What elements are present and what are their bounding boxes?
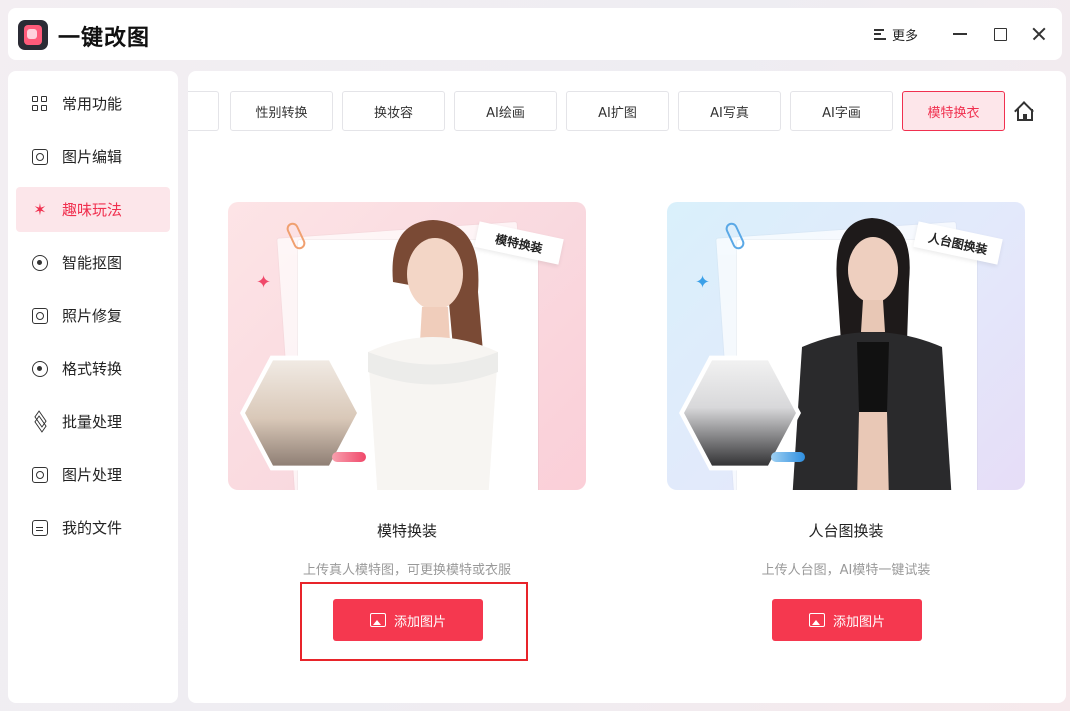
model-woman-illustration [792,218,952,490]
sidebar-item-label: 图片编辑 [62,148,123,166]
card-mannequin-outfit: ✦ 人台图换装 人台图换装 上传人台图，AI模特一键试装 添加图片 [667,202,1025,641]
tab-makeup[interactable]: 换妆容 [342,91,445,131]
feature-tabs: 性别转换 换妆容 AI绘画 AI扩图 AI写真 AI字画 模特换衣 [188,91,1018,131]
model-woman-illustration [368,220,498,490]
model-outfit-preview-image: ✦ 模特换装 [228,202,586,490]
repair-icon [32,307,48,324]
home-icon[interactable] [1014,100,1036,122]
minimize-button[interactable] [948,22,972,46]
sparkle-icon: ✦ [256,272,272,293]
more-label: 更多 [892,28,919,44]
card-model-outfit: ✦ 模特换装 模特换装 上传真人模特图，可更换模特或衣服 添加图片 [228,202,586,641]
app-title: 一键改图 [58,26,151,51]
image-icon [32,466,48,483]
tab-model-outfit[interactable]: 模特换衣 [902,91,1005,131]
sidebar-item-repair[interactable]: 照片修复 [16,293,170,338]
sidebar-item-label: 格式转换 [62,360,123,378]
layers-icon [32,414,48,430]
sidebar-item-label: 智能抠图 [62,254,123,272]
maximize-button[interactable] [988,22,1012,46]
sparkle-icon: ✶ [33,199,47,219]
picture-icon [808,613,825,627]
sidebar: 常用功能 图片编辑 ✶ 趣味玩法 智能抠图 照片修复 格式转换 批量处理 图片处… [8,71,178,703]
menu-icon [874,28,886,40]
card-title: 模特换装 [376,522,437,540]
tab-scrolled-off[interactable] [188,91,219,131]
convert-icon [32,360,48,377]
file-icon [32,519,48,536]
sidebar-item-label: 我的文件 [62,519,123,537]
edit-icon [32,148,48,165]
highlight-box [300,582,528,661]
target-icon [32,254,48,271]
sidebar-item-image-edit[interactable]: 图片编辑 [16,134,170,179]
sidebar-item-label: 图片处理 [62,466,123,484]
card-description: 上传人台图，AI模特一键试装 [761,563,931,578]
arrow-icon [332,452,366,462]
mannequin-outfit-preview-image: ✦ 人台图换装 [667,202,1025,490]
tab-gender-swap[interactable]: 性别转换 [230,91,333,131]
add-image-label: 添加图片 [832,614,885,630]
sidebar-item-my-files[interactable]: 我的文件 [16,505,170,550]
sidebar-item-image-process[interactable]: 图片处理 [16,452,170,497]
app-logo-icon [18,20,48,50]
grid-icon [32,95,48,112]
title-bar: 一键改图 更多 [8,8,1062,60]
card-title: 人台图换装 [808,522,884,540]
sidebar-item-convert[interactable]: 格式转换 [16,346,170,391]
sidebar-item-fun[interactable]: ✶ 趣味玩法 [16,187,170,232]
tab-ai-calligraphy[interactable]: AI字画 [790,91,893,131]
close-button[interactable] [1027,22,1051,46]
sparkle-icon: ✦ [695,272,711,293]
tab-ai-expand[interactable]: AI扩图 [566,91,669,131]
main-panel: 性别转换 换妆容 AI绘画 AI扩图 AI写真 AI字画 模特换衣 ✦ 模特换装… [188,71,1066,703]
tab-ai-portrait[interactable]: AI写真 [678,91,781,131]
sidebar-item-cutout[interactable]: 智能抠图 [16,240,170,285]
sidebar-item-label: 照片修复 [62,307,123,325]
more-menu-button[interactable]: 更多 [874,23,918,45]
sidebar-item-label: 批量处理 [62,413,123,431]
add-image-button[interactable]: 添加图片 [772,599,922,641]
arrow-icon [771,452,805,462]
sidebar-item-batch[interactable]: 批量处理 [16,399,170,444]
card-description: 上传真人模特图，可更换模特或衣服 [302,563,511,578]
sidebar-item-common[interactable]: 常用功能 [16,81,170,126]
tab-ai-painting[interactable]: AI绘画 [454,91,557,131]
sidebar-item-label: 趣味玩法 [62,201,123,219]
sidebar-item-label: 常用功能 [62,95,123,113]
